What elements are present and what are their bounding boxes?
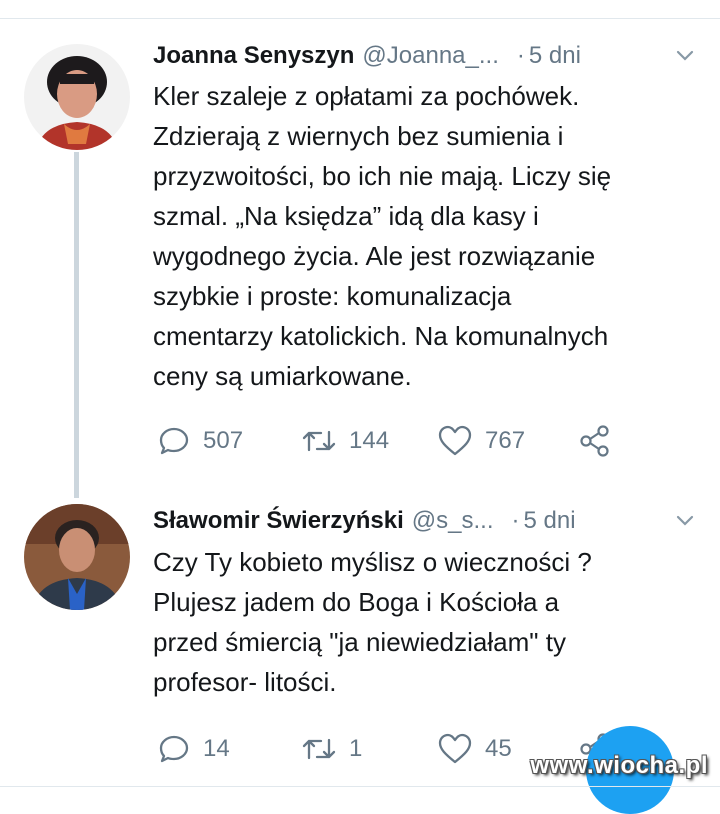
tweet-text: Czy Ty kobieto myślisz o wieczności ? Pl… xyxy=(153,547,592,697)
retweet-icon xyxy=(302,430,336,452)
reply-button[interactable]: 14 xyxy=(157,729,230,769)
author-handle[interactable]: @Joanna_... xyxy=(362,42,498,70)
reply-count: 507 xyxy=(203,427,244,454)
tweet-time[interactable]: 5 dni xyxy=(524,507,576,535)
tweet-header: Joanna Senyszyn @Joanna_... · 5 dni xyxy=(153,38,696,74)
reply-icon xyxy=(159,735,189,763)
share-button[interactable] xyxy=(579,421,611,461)
like-button[interactable]: 767 xyxy=(437,421,525,461)
avatar-joanna[interactable] xyxy=(24,44,130,150)
reply-icon xyxy=(159,427,189,455)
like-button[interactable]: 45 xyxy=(437,729,512,769)
tweet-time[interactable]: 5 dni xyxy=(529,42,581,70)
reply-button[interactable]: 507 xyxy=(157,421,243,461)
separator-dot: · xyxy=(511,507,520,534)
like-count: 767 xyxy=(485,427,526,454)
retweet-count: 1 xyxy=(349,735,363,762)
separator-dot: · xyxy=(516,42,525,69)
top-divider xyxy=(0,18,720,19)
chevron-down-icon[interactable] xyxy=(674,509,696,531)
avatar-slawomir[interactable] xyxy=(24,504,130,610)
thread-connector xyxy=(74,152,79,498)
like-count: 45 xyxy=(485,735,512,762)
retweet-button[interactable]: 1 xyxy=(301,729,362,769)
share-icon xyxy=(580,425,609,457)
heart-icon xyxy=(438,733,472,764)
retweet-count: 144 xyxy=(349,427,390,454)
author-name[interactable]: Sławomir Świerzyński xyxy=(153,507,404,535)
retweet-button[interactable]: 144 xyxy=(301,421,389,461)
retweet-icon xyxy=(302,738,336,760)
reply-count: 14 xyxy=(203,735,230,762)
bottom-divider xyxy=(0,786,720,787)
watermark: www.wiocha.pl xyxy=(530,752,708,779)
heart-icon xyxy=(438,425,472,456)
tweet-text: Kler szaleje z opłatami za pochówek. Zdz… xyxy=(153,81,612,391)
author-handle[interactable]: @s_s... xyxy=(412,507,494,535)
chevron-down-icon[interactable] xyxy=(674,44,696,66)
author-name[interactable]: Joanna Senyszyn xyxy=(153,42,354,70)
tweet-actions: 507 144 767 xyxy=(153,421,623,461)
tweet-header: Sławomir Świerzyński @s_s... · 5 dni xyxy=(153,503,696,539)
